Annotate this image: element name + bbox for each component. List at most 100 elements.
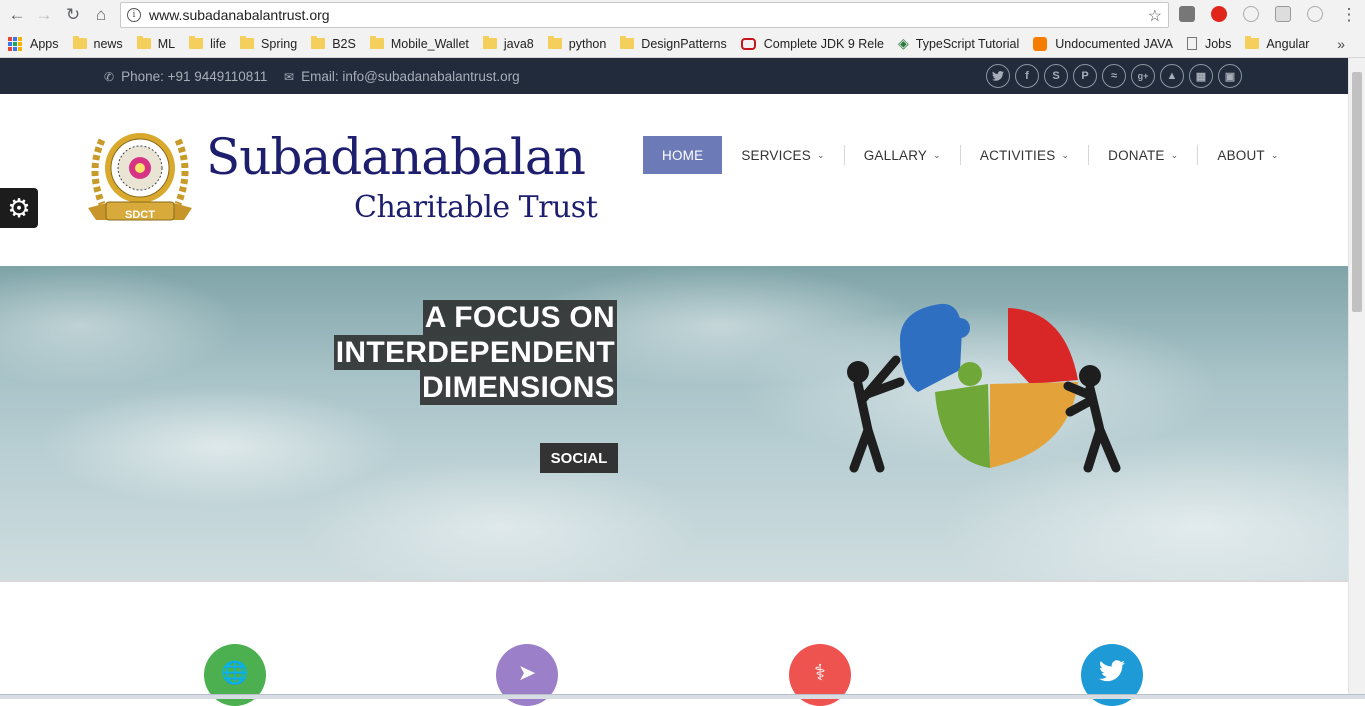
nav-label: ACTIVITIES [979, 147, 1056, 163]
forward-icon[interactable]: → [33, 4, 55, 26]
android-icon[interactable]: ▲ [1160, 64, 1184, 88]
folder-icon [240, 36, 255, 49]
folder-icon [1245, 36, 1260, 49]
bookmark-life[interactable]: life [189, 36, 227, 51]
bookmarks-bar: Apps news ML life Spring B2S Mobile_Wall… [0, 30, 1365, 58]
bookmark-label: java8 [503, 36, 534, 51]
settings-gear-icon[interactable]: ⚙ [0, 188, 38, 228]
nav-label: GALLARY [863, 147, 928, 163]
twitter-icon[interactable] [986, 64, 1010, 88]
bookmark-typescript[interactable]: ◈ TypeScript Tutorial [898, 35, 1019, 52]
bookmark-spring[interactable]: Spring [240, 36, 298, 51]
menu-dots-icon[interactable]: ⋮ [1338, 4, 1360, 26]
blogger-icon [1033, 36, 1048, 51]
back-icon[interactable]: ← [6, 4, 28, 26]
folder-icon [547, 36, 562, 49]
folder-icon [136, 36, 151, 49]
bookmark-label: ML [157, 36, 176, 51]
nav-label: ABOUT [1217, 147, 1265, 163]
nav-home[interactable]: HOME [643, 136, 723, 174]
bookmark-jobs[interactable]: Jobs [1186, 36, 1232, 51]
phone-text: Phone: +91 9449110811 [121, 69, 268, 84]
phone-contact: ✆ Phone: +91 9449110811 [104, 69, 267, 84]
address-bar[interactable]: i www.subadanabalantrust.org ☆ [120, 2, 1169, 28]
nav-services[interactable]: SERVICES ⌄ [722, 136, 843, 174]
bookmark-java8[interactable]: java8 [482, 36, 534, 51]
hero-line: DIMENSIONS [419, 370, 617, 405]
page-icon [1186, 37, 1197, 50]
emblem-badge-text: SDCT [125, 209, 155, 221]
bookmark-undocumented-java[interactable]: Undocumented JAVA [1033, 36, 1173, 51]
facebook-icon[interactable]: f [1015, 64, 1039, 88]
extension-icon[interactable] [1179, 6, 1195, 22]
diamond-icon: ◈ [897, 35, 909, 51]
bus-icon[interactable]: ▣ [1218, 64, 1242, 88]
apps-grid-icon [8, 36, 22, 51]
social-links: f S P ≈ g+ ▲ ▦ ▣ [981, 64, 1242, 88]
rss-icon[interactable]: ≈ [1102, 64, 1126, 88]
bookmark-label: B2S [332, 36, 356, 51]
bookmark-angular[interactable]: Angular [1245, 36, 1310, 51]
bookmark-label: python [568, 36, 607, 51]
opera-extension-icon[interactable] [1211, 6, 1227, 22]
bookmark-mobile-wallet[interactable]: Mobile_Wallet [369, 36, 469, 51]
pinterest-icon[interactable]: P [1073, 64, 1097, 88]
hero-line: INTERDEPENDENT [333, 335, 617, 370]
folder-icon [189, 36, 204, 49]
phone-icon: ✆ [104, 69, 115, 84]
bookmarks-overflow-icon[interactable]: » [1337, 36, 1345, 52]
bookmark-ml[interactable]: ML [136, 36, 176, 51]
nav-label: DONATE [1108, 147, 1165, 163]
chevron-down-icon: ⌄ [933, 149, 941, 160]
social-button[interactable]: SOCIAL [540, 443, 618, 473]
skype-extension-icon[interactable] [1307, 6, 1323, 22]
bookmark-label: Mobile_Wallet [390, 36, 469, 51]
main-nav: HOME SERVICES ⌄ GALLARY ⌄ ACTIVITIES ⌄ DONA… [643, 136, 1298, 174]
bookmark-label: Apps [30, 36, 59, 51]
bookmark-jdk9[interactable]: Complete JDK 9 Rele [740, 37, 884, 51]
bookmark-news[interactable]: news [72, 36, 123, 51]
scrollbar-thumb[interactable] [1352, 72, 1362, 312]
nav-donate[interactable]: DONATE ⌄ [1089, 136, 1197, 174]
bookmark-b2s[interactable]: B2S [311, 36, 356, 51]
bookmark-label: Angular [1266, 36, 1310, 51]
hero-line: A FOCUS ON [422, 300, 617, 335]
google-plus-icon[interactable]: g+ [1131, 64, 1155, 88]
bookmark-label: Undocumented JAVA [1055, 36, 1173, 51]
nav-gallary[interactable]: GALLARY ⌄ [845, 136, 960, 174]
home-icon[interactable]: ⌂ [90, 4, 112, 26]
info-icon[interactable]: i [127, 8, 141, 22]
bookmark-apps[interactable]: Apps [8, 36, 59, 51]
page-scrollbar[interactable] [1348, 58, 1365, 699]
puzzle-globe-illustration [840, 300, 1130, 480]
oracle-icon [740, 37, 756, 50]
extension-circle-icon[interactable] [1243, 6, 1259, 22]
chevron-down-icon: ⌄ [816, 149, 825, 160]
email-contact[interactable]: ✉ Email: info@subadanabalantrust.org [284, 69, 520, 84]
logo-subtitle[interactable]: Charitable Trust [354, 190, 598, 225]
logo-title[interactable]: Subadanabalan [206, 128, 586, 186]
bookmark-label: Spring [261, 36, 298, 51]
extension-square-icon[interactable] [1275, 6, 1291, 22]
features-section: 🌐 ➤ ⚕ [0, 582, 1348, 706]
os-taskbar [0, 694, 1365, 699]
nav-label: SERVICES [741, 147, 811, 163]
bookmark-label: TypeScript Tutorial [915, 36, 1020, 51]
chevron-down-icon: ⌄ [1170, 149, 1179, 160]
skype-icon[interactable]: S [1044, 64, 1068, 88]
bookmark-python[interactable]: python [547, 36, 607, 51]
url-text[interactable]: www.subadanabalantrust.org [149, 7, 330, 23]
folder-icon [369, 36, 384, 49]
email-text[interactable]: Email: info@subadanabalantrust.org [301, 69, 520, 84]
windows-icon[interactable]: ▦ [1189, 64, 1213, 88]
bookmark-label: Jobs [1204, 36, 1232, 51]
bookmark-designpatterns[interactable]: DesignPatterns [620, 36, 727, 51]
bookmark-star-icon[interactable]: ☆ [1148, 6, 1162, 26]
nav-activities[interactable]: ACTIVITIES ⌄ [961, 136, 1088, 174]
nav-about[interactable]: ABOUT ⌄ [1198, 136, 1297, 174]
folder-icon [482, 36, 497, 49]
nav-label: HOME [662, 147, 704, 163]
reload-icon[interactable]: ↻ [62, 4, 84, 26]
bookmark-label: news [93, 36, 123, 51]
bookmark-label: life [210, 36, 227, 51]
